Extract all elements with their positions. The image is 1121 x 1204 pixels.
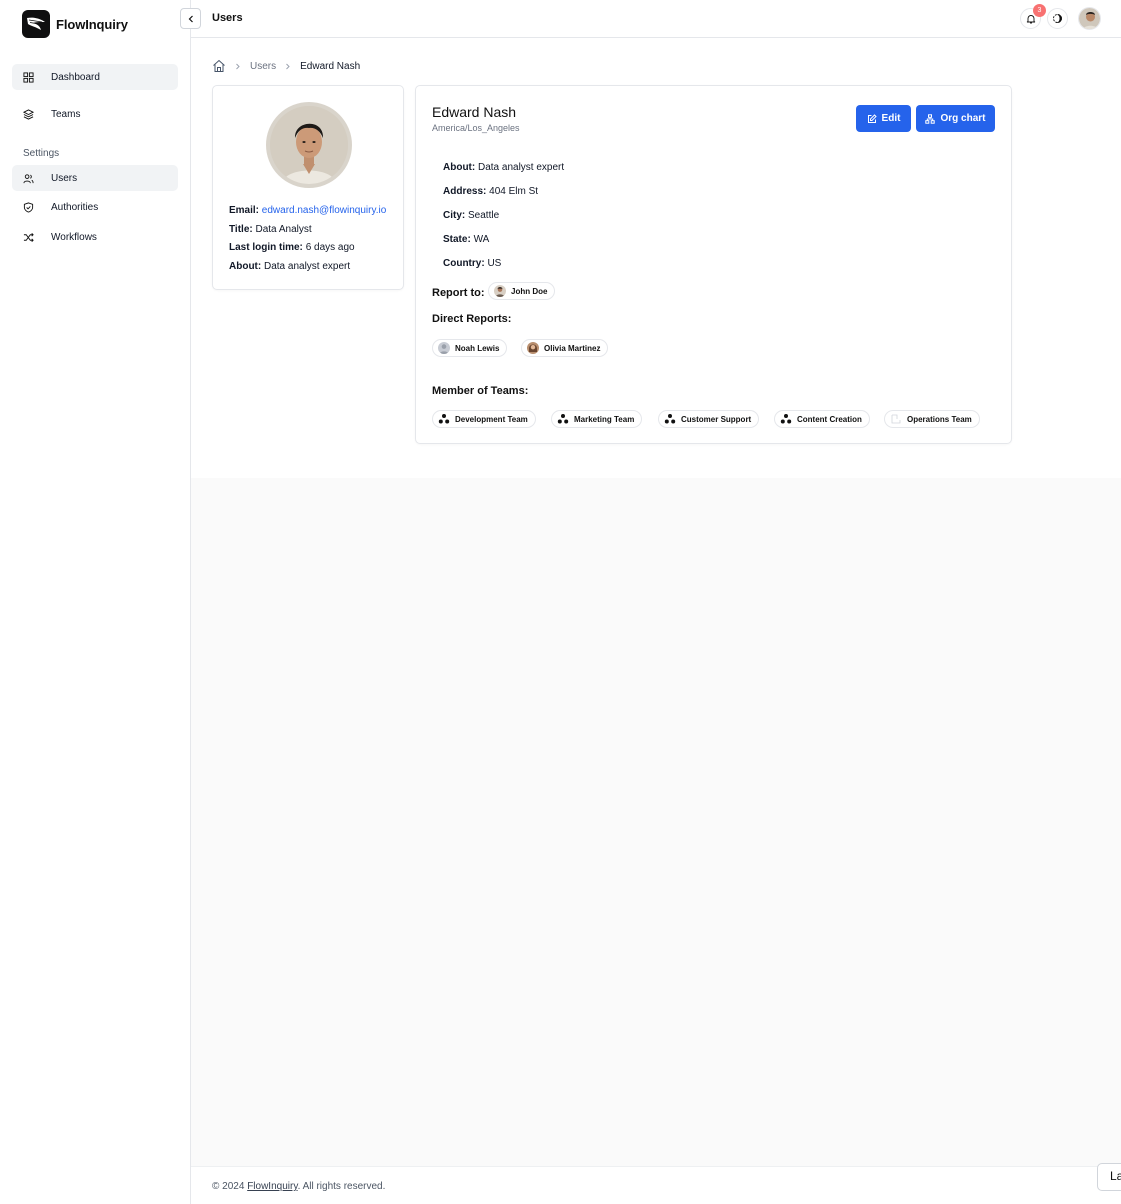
direct-report-chip[interactable]: Olivia Martinez bbox=[521, 339, 609, 357]
user-avatar-button[interactable] bbox=[1078, 7, 1101, 30]
report-to-label: Report to: bbox=[432, 287, 485, 299]
field-country: Country: US bbox=[443, 258, 502, 269]
app-name: FlowInquiry bbox=[56, 16, 128, 32]
org-chart-icon bbox=[925, 113, 936, 124]
profile-email: Email: edward.nash@flowinquiry.io bbox=[229, 205, 387, 216]
half-moon-icon bbox=[1053, 14, 1062, 23]
edit-icon bbox=[867, 113, 877, 123]
home-icon[interactable] bbox=[212, 59, 226, 73]
shield-icon bbox=[23, 201, 34, 213]
team-icon bbox=[438, 414, 450, 424]
top-bar: Users 3 bbox=[180, 0, 1121, 38]
sidebar: FlowInquiry Dashboard Teams Settings Use… bbox=[0, 0, 191, 1204]
copyright-text: © 2024 FlowInquiry. All rights reserved. bbox=[212, 1181, 386, 1192]
language-button[interactable]: La bbox=[1097, 1163, 1121, 1191]
avatar bbox=[527, 342, 539, 354]
sidebar-item-label: Workflows bbox=[51, 231, 97, 243]
profile-avatar bbox=[266, 102, 352, 188]
profile-last-login: Last login time: 6 days ago bbox=[229, 242, 355, 253]
sidebar-item-label: Teams bbox=[51, 108, 81, 120]
layers-icon bbox=[23, 108, 34, 120]
team-chip[interactable]: Development Team bbox=[432, 410, 536, 428]
grid-icon bbox=[23, 71, 34, 83]
sidebar-item-users[interactable]: Users bbox=[12, 165, 178, 191]
page-title: Users bbox=[212, 12, 243, 24]
field-city: City: Seattle bbox=[443, 210, 500, 221]
sidebar-item-label: Authorities bbox=[51, 201, 99, 213]
report-to-chip[interactable]: John Doe bbox=[488, 282, 556, 300]
profile-title: Title: Data Analyst bbox=[229, 224, 312, 235]
theme-toggle-button[interactable] bbox=[1047, 8, 1068, 29]
team-icon bbox=[664, 414, 676, 424]
team-chip[interactable]: Content Creation bbox=[774, 410, 870, 428]
user-detail-card: Edward Nash America/Los_Angeles Edit Org… bbox=[415, 85, 1012, 444]
profile-card: Email: edward.nash@flowinquiry.io Title:… bbox=[212, 85, 404, 290]
team-chip[interactable]: Marketing Team bbox=[551, 410, 643, 428]
sidebar-item-teams[interactable]: Teams bbox=[12, 101, 178, 127]
sidebar-item-label: Dashboard bbox=[51, 71, 100, 83]
flowinquiry-logo-icon bbox=[22, 10, 50, 38]
user-name: Edward Nash bbox=[432, 104, 517, 120]
settings-section-label: Settings bbox=[23, 148, 60, 159]
field-address: Address: 404 Elm St bbox=[443, 186, 539, 197]
user-timezone: America/Los_Angeles bbox=[432, 123, 520, 133]
notification-count-badge: 3 bbox=[1033, 4, 1046, 17]
shuffle-icon bbox=[23, 232, 34, 242]
sidebar-toggle-button[interactable] bbox=[180, 8, 201, 29]
edit-button[interactable]: Edit bbox=[856, 105, 911, 132]
direct-reports-label: Direct Reports: bbox=[432, 313, 512, 325]
footer: © 2024 FlowInquiry. All rights reserved.… bbox=[191, 1163, 1121, 1204]
avatar bbox=[494, 285, 506, 297]
avatar bbox=[438, 342, 450, 354]
org-chart-button[interactable]: Org chart bbox=[916, 105, 995, 132]
users-icon bbox=[23, 173, 34, 183]
avatar bbox=[1079, 8, 1100, 29]
main-content: Users Edward Nash Email: edward.nash@flo… bbox=[191, 38, 1121, 478]
chevron-right-icon bbox=[236, 63, 240, 69]
team-icon bbox=[557, 414, 569, 424]
email-link[interactable]: edward.nash@flowinquiry.io bbox=[262, 205, 386, 216]
sidebar-item-workflows[interactable]: Workflows bbox=[12, 224, 178, 250]
field-state: State: WA bbox=[443, 234, 490, 245]
sidebar-item-label: Users bbox=[51, 172, 78, 184]
team-chip[interactable]: Operations Team bbox=[884, 410, 980, 428]
team-icon bbox=[780, 414, 792, 424]
profile-about: About: Data analyst expert bbox=[229, 261, 351, 272]
breadcrumb-current: Edward Nash bbox=[300, 60, 361, 72]
breadcrumb: Users Edward Nash bbox=[212, 59, 360, 73]
notifications-button[interactable]: 3 bbox=[1020, 4, 1046, 29]
sidebar-item-dashboard[interactable]: Dashboard bbox=[12, 64, 178, 90]
chevron-left-icon bbox=[188, 15, 193, 22]
empty-content-area bbox=[191, 478, 1121, 1166]
app-logo[interactable]: FlowInquiry bbox=[22, 10, 128, 38]
field-about: About: Data analyst expert bbox=[443, 162, 565, 173]
sidebar-item-authorities[interactable]: Authorities bbox=[12, 194, 178, 220]
footer-brand-link[interactable]: FlowInquiry bbox=[247, 1181, 297, 1192]
direct-report-chip[interactable]: Noah Lewis bbox=[432, 339, 508, 357]
team-chip[interactable]: Customer Support bbox=[658, 410, 760, 428]
chevron-right-icon bbox=[286, 63, 290, 69]
breadcrumb-link-users[interactable]: Users bbox=[250, 61, 276, 72]
broken-image-icon bbox=[891, 414, 901, 424]
member-of-teams-label: Member of Teams: bbox=[432, 385, 529, 397]
